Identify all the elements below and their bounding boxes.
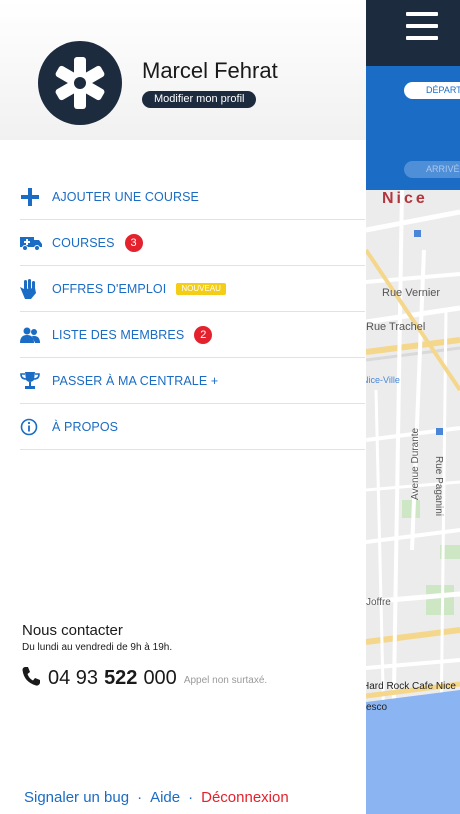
map-poi-label: Hard Rock Cafe Nice	[366, 681, 456, 692]
report-bug-link[interactable]: Signaler un bug	[24, 789, 129, 806]
phone-prefix: 04 93	[48, 667, 99, 689]
map-street-label: Joffre	[366, 597, 391, 608]
menu-item-label: OFFRES D'EMPLOI	[52, 281, 167, 296]
profile-header: Marcel Fehrat Modifier mon profil	[0, 0, 366, 140]
phone-main: 522	[104, 667, 138, 689]
edit-profile-button[interactable]: Modifier mon profil	[142, 91, 257, 108]
menu-item-courses[interactable]: COURSES 3	[20, 220, 365, 266]
phone-icon	[22, 666, 40, 691]
menu-item-label: LISTE DES MEMBRES	[52, 327, 185, 342]
phone-suffix: 000	[143, 667, 177, 689]
members-icon	[20, 327, 52, 343]
map-poi-label: esco	[366, 702, 388, 713]
arrival-field[interactable]: ARRIVÉE	[404, 161, 460, 178]
hand-icon	[20, 278, 52, 299]
info-icon	[20, 418, 52, 436]
logout-link[interactable]: Déconnexion	[201, 789, 289, 806]
user-name: Marcel Fehrat	[142, 58, 278, 83]
contact-section: Nous contacter Du lundi au vendredi de 9…	[22, 622, 172, 653]
menu-item-add-course[interactable]: AJOUTER UNE COURSE	[20, 174, 365, 220]
star-of-life-icon	[55, 57, 105, 109]
avatar[interactable]	[38, 41, 122, 125]
footer-separator: ·	[188, 789, 194, 806]
menu-item-members[interactable]: LISTE DES MEMBRES 2	[20, 312, 365, 358]
map-street-label: Rue Trachel	[366, 321, 426, 333]
map-station-label: Nice-Ville	[366, 375, 400, 385]
menu-item-about[interactable]: À PROPOS	[20, 404, 365, 450]
side-drawer: Marcel Fehrat Modifier mon profil AJOUTE…	[0, 0, 366, 814]
map-panel[interactable]: DÉPART ARRIVÉE Nice Rue Vernier Rue Trac…	[366, 0, 460, 814]
map-street-label: Rue Vernier	[382, 287, 441, 299]
ambulance-icon	[20, 235, 52, 251]
map-city-label: Nice	[382, 190, 428, 207]
map-canvas[interactable]	[366, 190, 460, 814]
map-street-label: Avenue Durante	[410, 427, 421, 500]
menu-item-label: COURSES	[52, 235, 115, 250]
plus-icon	[20, 187, 52, 207]
phone-note: Appel non surtaxé.	[183, 675, 268, 686]
menu-item-label: PASSER À MA CENTRALE +	[52, 373, 219, 388]
drawer-menu: AJOUTER UNE COURSE COURSES 3 OFFRES D'EM…	[20, 174, 365, 450]
new-badge: NOUVEAU	[176, 282, 226, 295]
footer-separator: ·	[137, 789, 143, 806]
menu-item-label: AJOUTER UNE COURSE	[52, 189, 199, 204]
trophy-icon	[20, 371, 52, 390]
menu-item-upgrade[interactable]: PASSER À MA CENTRALE +	[20, 358, 365, 404]
help-link[interactable]: Aide	[150, 789, 180, 806]
phone-link[interactable]: 04 93 522 000 Appel non surtaxé.	[22, 666, 267, 691]
menu-item-job-offers[interactable]: OFFRES D'EMPLOI NOUVEAU	[20, 266, 365, 312]
contact-title: Nous contacter	[22, 622, 123, 639]
map-topbar	[366, 0, 460, 66]
map-street-label: Rue Paganini	[433, 456, 444, 517]
hamburger-menu-icon[interactable]	[406, 12, 438, 40]
contact-hours: Du lundi au vendredi de 9h à 19h.	[22, 642, 173, 653]
courses-count-badge: 3	[124, 233, 143, 252]
departure-field[interactable]: DÉPART	[404, 82, 460, 99]
footer-links: Signaler un bug · Aide · Déconnexion	[24, 789, 289, 806]
menu-item-label: À PROPOS	[52, 419, 119, 434]
members-count-badge: 2	[194, 325, 213, 344]
